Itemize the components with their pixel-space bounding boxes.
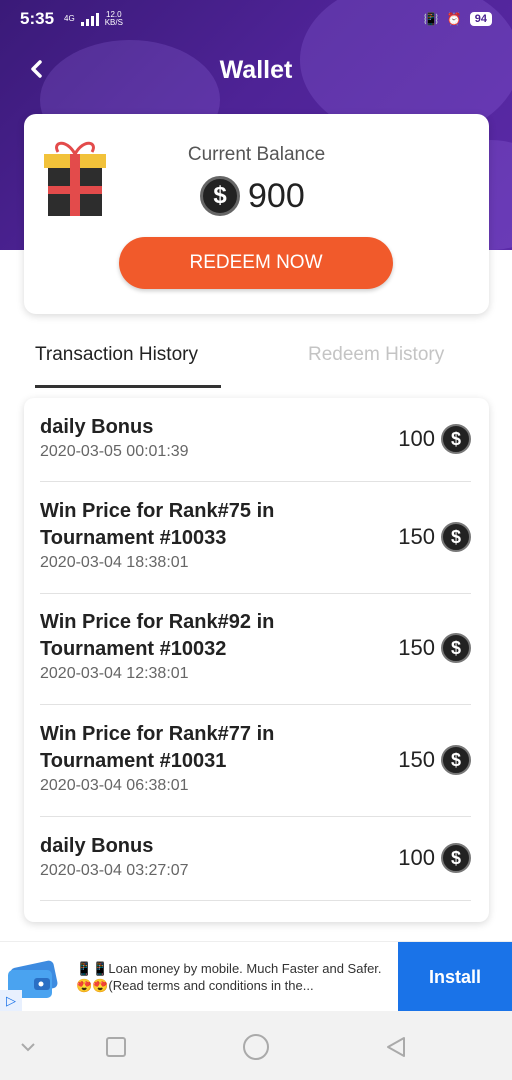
status-time: 5:35: [20, 9, 55, 28]
tab-redeem-history[interactable]: Redeem History: [308, 344, 444, 366]
transaction-date: 2020-03-04 06:38:01: [40, 777, 189, 794]
vibrate-icon: 📳: [423, 12, 439, 26]
dollar-coin-icon: $: [441, 633, 471, 663]
dollar-coin-icon: $: [441, 424, 471, 454]
app-bar: Wallet: [0, 46, 512, 98]
status-bar: 5:35 4G 12.0 KB/S 📳 ⏰ 94: [0, 0, 512, 38]
transaction-row[interactable]: daily Bonus 2020-03-05 00:01:39 100 $: [40, 414, 471, 482]
nav-recents-button[interactable]: [98, 1029, 134, 1065]
nav-home-button[interactable]: [238, 1029, 274, 1065]
transaction-list: daily Bonus 2020-03-05 00:01:39 100 $ Wi…: [24, 398, 489, 922]
chevron-down-icon: [21, 1043, 35, 1052]
transaction-amount: 100 $: [398, 424, 471, 454]
active-tab-indicator: [35, 385, 221, 388]
install-button[interactable]: Install: [398, 942, 512, 1012]
balance-value: 900: [248, 176, 305, 215]
transaction-row[interactable]: Win Price for Rank#92 in Tournament #100…: [40, 609, 471, 705]
alarm-icon: ⏰: [446, 12, 462, 26]
transaction-amount: 150 $: [398, 745, 471, 775]
balance-card: Current Balance $ 900 REDEEM NOW: [24, 114, 489, 314]
system-nav-bar: [0, 1011, 512, 1080]
ad-text: 📱📱Loan money by mobile. Much Faster and …: [76, 961, 382, 993]
battery-indicator: 94: [469, 12, 492, 26]
amount-value: 100: [398, 426, 435, 451]
transaction-row[interactable]: Win Price for Rank#75 in Tournament #100…: [40, 498, 471, 594]
triangle-back-icon: [387, 1037, 405, 1057]
dollar-coin-icon: $: [441, 843, 471, 873]
balance-row: $ 900: [200, 176, 305, 216]
nav-collapse-button[interactable]: [10, 1029, 46, 1065]
dollar-coin-icon: $: [441, 745, 471, 775]
transaction-date: 2020-03-04 18:38:01: [40, 554, 189, 571]
transaction-title: Win Price for Rank#75 in: [40, 500, 275, 522]
dollar-coin-icon: $: [200, 176, 240, 216]
transaction-row[interactable]: Win Price for Rank#77 in Tournament #100…: [40, 721, 471, 817]
transaction-row[interactable]: daily Bonus 2020-03-04 03:27:07 100 $: [40, 833, 471, 901]
signal-icon: [80, 12, 99, 26]
network-type: 4G: [64, 14, 75, 23]
ad-banner[interactable]: ▷ 📱📱Loan money by mobile. Much Faster an…: [0, 941, 512, 1012]
network-speed: 12.0 KB/S: [105, 11, 123, 27]
tab-transaction-history[interactable]: Transaction History: [35, 344, 198, 366]
transaction-date: 2020-03-04 12:38:01: [40, 665, 189, 682]
history-tabs: Transaction History Redeem History: [0, 330, 512, 390]
transaction-amount: 150 $: [398, 633, 471, 663]
circle-icon: [243, 1034, 269, 1060]
transaction-amount: 150 $: [398, 522, 471, 552]
amount-value: 150: [398, 635, 435, 660]
transaction-title: Win Price for Rank#92 in: [40, 611, 275, 633]
nav-back-button[interactable]: [378, 1029, 414, 1065]
transaction-title: Win Price for Rank#77 in: [40, 723, 275, 745]
balance-label: Current Balance: [187, 144, 326, 165]
page-title: Wallet: [219, 56, 293, 84]
amount-value: 100: [398, 845, 435, 870]
redeem-now-button[interactable]: REDEEM NOW: [119, 237, 393, 289]
square-icon: [106, 1037, 126, 1057]
network-speed-unit: KB/S: [104, 18, 123, 27]
dollar-coin-icon: $: [441, 522, 471, 552]
adchoices-icon[interactable]: ▷: [0, 990, 22, 1012]
transaction-amount: 100 $: [398, 843, 471, 873]
amount-value: 150: [398, 524, 435, 549]
amount-value: 150: [398, 747, 435, 772]
